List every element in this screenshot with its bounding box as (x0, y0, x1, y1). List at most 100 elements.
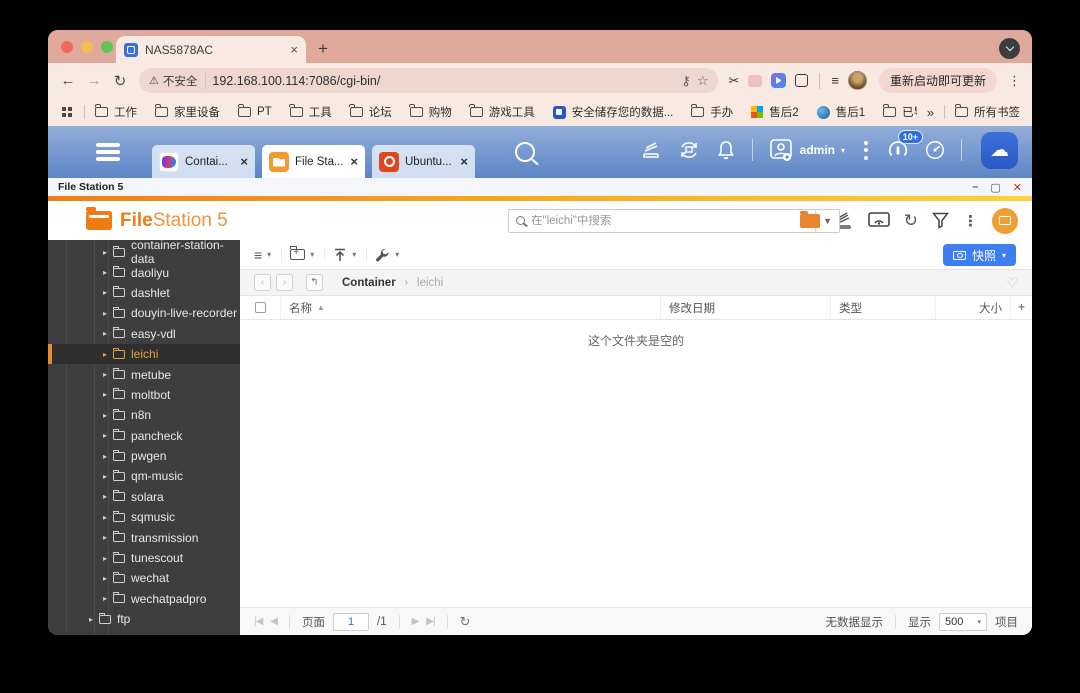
expand-caret-icon[interactable]: ▸ (103, 288, 107, 297)
chrome-update-button[interactable]: 重新启动即可更新 (879, 68, 997, 93)
expand-caret-icon[interactable]: ▸ (103, 533, 107, 542)
filter-funnel-icon[interactable] (932, 212, 949, 229)
tree-folder-item[interactable]: ▸ wechatpadpro (48, 589, 240, 609)
tree-folder-item[interactable]: ▸ leichi (48, 344, 240, 364)
expand-caret-icon[interactable]: ▸ (103, 431, 107, 440)
tree-folder-item[interactable]: ▸ metube (48, 364, 240, 384)
column-header-name[interactable]: 名称 ▲ (280, 296, 660, 319)
bookmark-item[interactable]: 游戏工具 (470, 104, 535, 120)
tree-folder-item[interactable]: ▸ n8n (48, 405, 240, 425)
page-number-input[interactable] (333, 613, 369, 631)
add-column-button[interactable]: + (1010, 296, 1032, 319)
refresh-list-icon[interactable]: ↻ (460, 614, 471, 630)
expand-caret-icon[interactable]: ▸ (103, 594, 107, 603)
bookmark-item[interactable]: 家里设备 (155, 104, 220, 120)
select-all-checkbox[interactable] (255, 302, 266, 313)
bookmark-item[interactable]: 手办 (691, 104, 733, 120)
tab-close-icon[interactable]: × (290, 42, 298, 57)
apps-grid-icon[interactable] (62, 107, 66, 111)
address-bar[interactable]: ⚠ 不安全 192.168.100.114:7086/cgi-bin/ ⚷ ☆ (139, 68, 718, 93)
resource-monitor-icon[interactable]: 10+ (887, 139, 909, 161)
expand-caret-icon[interactable]: ▸ (103, 248, 107, 257)
tree-folder-item[interactable]: ▸ moltbot (48, 385, 240, 405)
tree-folder-item[interactable]: ▸ pwgen (48, 446, 240, 466)
refresh-icon[interactable]: ↻ (904, 211, 918, 231)
close-window-button[interactable] (61, 41, 73, 53)
new-tab-button[interactable]: + (318, 39, 328, 59)
bookmark-item[interactable]: 已导入 (883, 104, 917, 120)
cast-to-screen-icon[interactable] (868, 212, 890, 229)
tab-list-icon[interactable]: ≡ (831, 73, 839, 88)
expand-caret-icon[interactable]: ▸ (103, 513, 107, 522)
first-page-button[interactable]: |◀ (254, 616, 262, 627)
screenshot-extension-icon[interactable]: ✂ (728, 73, 739, 89)
tree-folder-item[interactable]: ▸ dashlet (48, 283, 240, 303)
tree-folder-item[interactable]: ▸ tunescout (48, 548, 240, 568)
tree-folder-item[interactable]: ▸ solara (48, 487, 240, 507)
main-menu-icon[interactable] (96, 143, 120, 161)
tree-folder-item[interactable]: ▸ sqmusic (48, 507, 240, 527)
bookmark-item[interactable]: PT (238, 106, 272, 118)
dashboard-speedometer-icon[interactable] (924, 139, 946, 161)
app-close-icon[interactable]: × (460, 154, 468, 169)
myqnapcloud-icon[interactable]: ☁ (981, 132, 1018, 169)
forward-button[interactable]: → (83, 72, 105, 89)
bookmarks-overflow-icon[interactable]: » (927, 105, 934, 120)
expand-caret-icon[interactable]: ▸ (103, 452, 107, 461)
expand-caret-icon[interactable]: ▸ (103, 329, 107, 338)
bookmark-star-icon[interactable]: ☆ (697, 73, 709, 89)
expand-caret-icon[interactable]: ▸ (89, 615, 93, 624)
app-close-icon[interactable]: × (350, 154, 358, 169)
bookmark-item[interactable]: 安全储存您的数据... (553, 104, 674, 120)
bookmark-item[interactable]: 售后2 (751, 104, 798, 120)
tree-folder-item[interactable]: ▸ qm-music (48, 466, 240, 486)
favorite-heart-icon[interactable]: ♡ (1006, 275, 1018, 291)
blue-extension-icon[interactable] (771, 73, 786, 88)
more-options-icon[interactable] (860, 141, 872, 160)
expand-caret-icon[interactable]: ▸ (103, 350, 107, 359)
all-bookmarks-button[interactable]: 所有书签 (955, 104, 1020, 120)
search-box[interactable]: ▼ (508, 209, 840, 233)
security-chip[interactable]: ⚠ 不安全 (149, 73, 206, 89)
extensions-puzzle-icon[interactable] (795, 74, 808, 87)
pink-extension-icon[interactable] (748, 75, 762, 87)
app-tab[interactable]: Ubuntu... × (372, 145, 475, 178)
expand-caret-icon[interactable]: ▸ (103, 554, 107, 563)
prev-page-button[interactable]: ◀ (270, 616, 277, 627)
tree-folder-item[interactable]: ▸ daoliyu (48, 262, 240, 282)
more-menu-icon[interactable]: ⋮ (963, 212, 978, 230)
bookmark-item[interactable]: 售后1 (817, 104, 865, 120)
breadcrumb-root[interactable]: Container (342, 277, 396, 289)
bookmark-item[interactable]: 工具 (290, 104, 332, 120)
page-size-select[interactable]: 500 ▾ (939, 613, 987, 631)
tree-folder-item[interactable]: ▸ container-station-data (48, 242, 240, 262)
snapshot-button[interactable]: 快照 ▾ (943, 244, 1016, 266)
search-input[interactable] (531, 215, 809, 227)
expand-caret-icon[interactable]: ▸ (103, 309, 107, 318)
history-back-button[interactable]: ‹ (254, 274, 271, 291)
tree-folder-item[interactable]: ▸ douyin-live-recorder (48, 303, 240, 323)
create-folder-button[interactable]: ▾ (290, 249, 325, 260)
tree-folder-item[interactable]: ▸ transmission (48, 527, 240, 547)
profile-avatar[interactable] (848, 71, 867, 90)
bookmark-item[interactable]: 工作 (95, 104, 137, 120)
tree-folder-item[interactable]: ▸ pancheck (48, 426, 240, 446)
expand-caret-icon[interactable]: ▸ (103, 411, 107, 420)
close-icon[interactable]: ✕ (1013, 181, 1022, 194)
expand-caret-icon[interactable]: ▸ (103, 472, 107, 481)
notifications-bell-icon[interactable] (715, 139, 737, 161)
search-icon[interactable] (515, 142, 535, 162)
app-close-icon[interactable]: × (240, 154, 248, 169)
bookmark-item[interactable]: 购物 (410, 104, 452, 120)
last-page-button[interactable]: ▶| (426, 616, 434, 627)
upload-button[interactable]: ▾ (333, 248, 367, 262)
view-mode-button[interactable]: ≡ ▾ (254, 247, 282, 263)
minimize-icon[interactable]: – (972, 181, 978, 193)
reload-button[interactable]: ↻ (109, 72, 131, 90)
expand-caret-icon[interactable]: ▸ (103, 390, 107, 399)
expand-caret-icon[interactable]: ▸ (103, 492, 107, 501)
tab-search-button[interactable] (999, 38, 1020, 59)
expand-caret-icon[interactable]: ▸ (103, 370, 107, 379)
url-text[interactable]: 192.168.100.114:7086/cgi-bin/ (212, 74, 675, 88)
column-header-size[interactable]: 大小 (935, 296, 1010, 319)
